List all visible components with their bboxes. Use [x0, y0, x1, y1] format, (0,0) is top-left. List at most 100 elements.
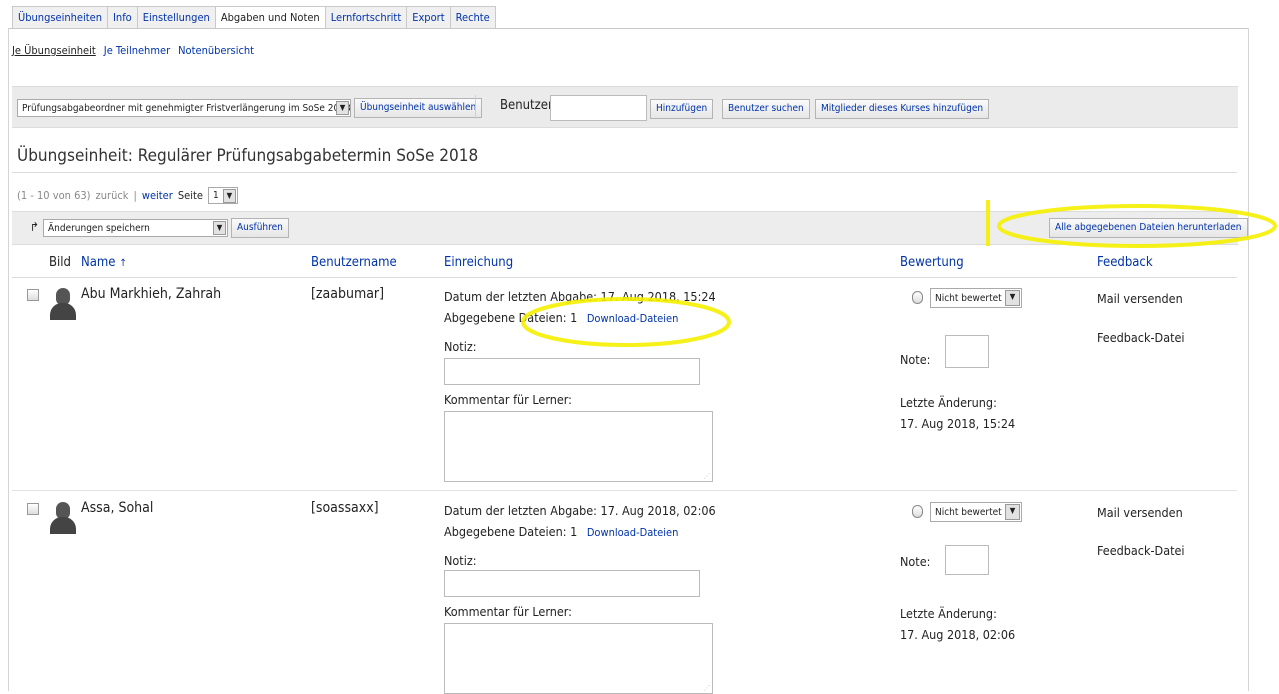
comment-label: Kommentar für Lerner:	[444, 392, 572, 407]
col-picture: Bild	[49, 255, 71, 270]
tab-export[interactable]: Export	[406, 6, 451, 28]
chevron-down-icon: ▼	[213, 221, 226, 235]
toolbar-divider	[475, 95, 476, 119]
col-submission[interactable]: Einreichung	[444, 255, 513, 270]
comment-textarea[interactable]: ⋰	[444, 411, 713, 482]
col-rating[interactable]: Bewertung	[900, 255, 964, 270]
tab-rechte[interactable]: Rechte	[449, 6, 496, 28]
send-mail-link[interactable]: Mail versenden	[1097, 505, 1183, 520]
row-divider	[12, 490, 1237, 491]
note-label: Notiz:	[444, 339, 477, 354]
submitted-files-count: 1	[570, 310, 578, 325]
comment-textarea[interactable]: ⋰	[444, 623, 713, 694]
chevron-down-icon: ▼	[222, 189, 236, 203]
add-course-members-button[interactable]: Mitglieder dieses Kurses hinzufügen	[815, 99, 990, 119]
chevron-down-icon: ▼	[1005, 290, 1020, 306]
user-input[interactable]	[550, 95, 647, 121]
unit-select-value: Prüfungsabgabeordner mit genehmigter Fri…	[22, 103, 351, 114]
select-unit-button[interactable]: Übungseinheit auswählen	[354, 98, 483, 118]
tab-abgaben-und-noten[interactable]: Abgaben und Noten	[214, 6, 326, 29]
feedback-file-link[interactable]: Feedback-Datei	[1097, 330, 1185, 345]
last-change-date: 17. Aug 2018, 02:06	[900, 627, 1016, 642]
participant-name: Assa, Sohal	[81, 500, 154, 516]
last-submission-date: Datum der letzten Abgabe: 17. Aug 2018, …	[444, 289, 716, 304]
last-change-label: Letzte Änderung:	[900, 606, 997, 621]
avatar	[50, 286, 76, 320]
pagination: (1 - 10 von 63) zurück | weiter Seite 1 …	[17, 187, 238, 204]
subtab-je-teilnehmer[interactable]: Je Teilnehmer	[104, 44, 170, 57]
page-title: Übungseinheit: Regulärer Prüfungsabgabet…	[17, 146, 479, 166]
subtab-notenuebersicht[interactable]: Notenübersicht	[178, 44, 254, 57]
submitted-files: Abgegebene Dateien: 1 Download-Dateien	[444, 310, 678, 325]
subtab-bar: Je Übungseinheit Je Teilnehmer Notenüber…	[12, 44, 254, 57]
participant-username: [zaabumar]	[311, 286, 385, 302]
pager-next-link[interactable]: weiter	[142, 189, 173, 202]
page-select[interactable]: 1 ▼	[207, 187, 238, 204]
note-label: Notiz:	[444, 553, 477, 568]
user-label: Benutzer	[500, 98, 553, 113]
tab-einstellungen[interactable]: Einstellungen	[136, 6, 216, 28]
grade-label: Note:	[900, 352, 931, 367]
participant-username: [soassaxx]	[311, 500, 379, 516]
row-checkbox[interactable]	[27, 503, 39, 515]
note-input[interactable]	[444, 358, 700, 385]
tab-lernfortschritt[interactable]: Lernfortschritt	[324, 6, 408, 28]
avatar	[50, 500, 76, 534]
resize-grip-icon[interactable]: ⋰	[704, 473, 710, 480]
add-user-button[interactable]: Hinzufügen	[650, 99, 714, 119]
search-user-button[interactable]: Benutzer suchen	[722, 99, 810, 119]
participant-name: Abu Markhieh, Zahrah	[81, 286, 222, 302]
download-all-button[interactable]: Alle abgegebenen Dateien herunterladen	[1049, 218, 1248, 238]
col-name[interactable]: Name ↑	[81, 255, 127, 270]
page-select-value: 1	[212, 190, 219, 201]
unit-select[interactable]: Prüfungsabgabeordner mit genehmigter Fri…	[17, 99, 351, 117]
arrow-up-icon: ↑	[119, 258, 127, 269]
filter-toolbar: Prüfungsabgabeordner mit genehmigter Fri…	[12, 86, 1238, 128]
col-username[interactable]: Benutzername	[311, 255, 397, 270]
header-divider	[12, 277, 1237, 278]
status-radio[interactable]	[912, 291, 923, 304]
action-select[interactable]: Änderungen speichern ▼	[43, 219, 228, 237]
action-select-value: Änderungen speichern	[48, 223, 150, 234]
tab-divider	[8, 28, 1249, 29]
pager-back: zurück	[95, 189, 129, 202]
grade-label: Note:	[900, 554, 931, 569]
submitted-files: Abgegebene Dateien: 1 Download-Dateien	[444, 524, 678, 539]
submitted-files-count: 1	[570, 524, 578, 539]
download-files-link[interactable]: Download-Dateien	[587, 312, 679, 325]
pager-separator: |	[133, 189, 137, 202]
pager-range: (1 - 10 von 63)	[17, 189, 91, 202]
tab-info[interactable]: Info	[107, 6, 138, 28]
download-files-link[interactable]: Download-Dateien	[587, 526, 679, 539]
grade-input[interactable]	[945, 335, 989, 368]
status-select-value: Nicht bewertet	[935, 507, 1002, 518]
last-change-date: 17. Aug 2018, 15:24	[900, 416, 1016, 431]
status-select[interactable]: Nicht bewertet ▼	[930, 502, 1022, 522]
status-radio[interactable]	[912, 505, 923, 518]
comment-label: Kommentar für Lerner:	[444, 604, 572, 619]
pager-page-label: Seite	[177, 189, 203, 202]
subtab-je-uebungseinheit[interactable]: Je Übungseinheit	[12, 44, 96, 57]
submitted-files-label: Abgegebene Dateien:	[444, 524, 567, 539]
status-select-value: Nicht bewertet	[935, 293, 1002, 304]
chevron-down-icon: ▼	[1005, 504, 1020, 520]
feedback-file-link[interactable]: Feedback-Datei	[1097, 543, 1185, 558]
row-checkbox[interactable]	[27, 289, 39, 301]
col-feedback: Feedback	[1097, 255, 1153, 270]
col-name-label: Name	[81, 255, 116, 270]
title-divider	[12, 172, 1237, 173]
tab-bar: Übungseinheiten Info Einstellungen Abgab…	[12, 6, 496, 29]
last-submission-date: Datum der letzten Abgabe: 17. Aug 2018, …	[444, 503, 716, 518]
bulk-action-bar: ↱ Änderungen speichern ▼ Ausführen Alle …	[12, 211, 1248, 245]
send-mail-link[interactable]: Mail versenden	[1097, 291, 1183, 306]
resize-grip-icon[interactable]: ⋰	[704, 685, 710, 692]
arrow-corner-icon: ↱	[30, 220, 40, 234]
frame-left	[8, 28, 9, 691]
status-select[interactable]: Nicht bewertet ▼	[930, 288, 1022, 308]
execute-button[interactable]: Ausführen	[231, 218, 289, 238]
note-input[interactable]	[444, 570, 700, 597]
tab-uebungseinheiten[interactable]: Übungseinheiten	[12, 6, 108, 28]
submitted-files-label: Abgegebene Dateien:	[444, 310, 567, 325]
grade-input[interactable]	[945, 545, 989, 575]
last-change-label: Letzte Änderung:	[900, 395, 997, 410]
